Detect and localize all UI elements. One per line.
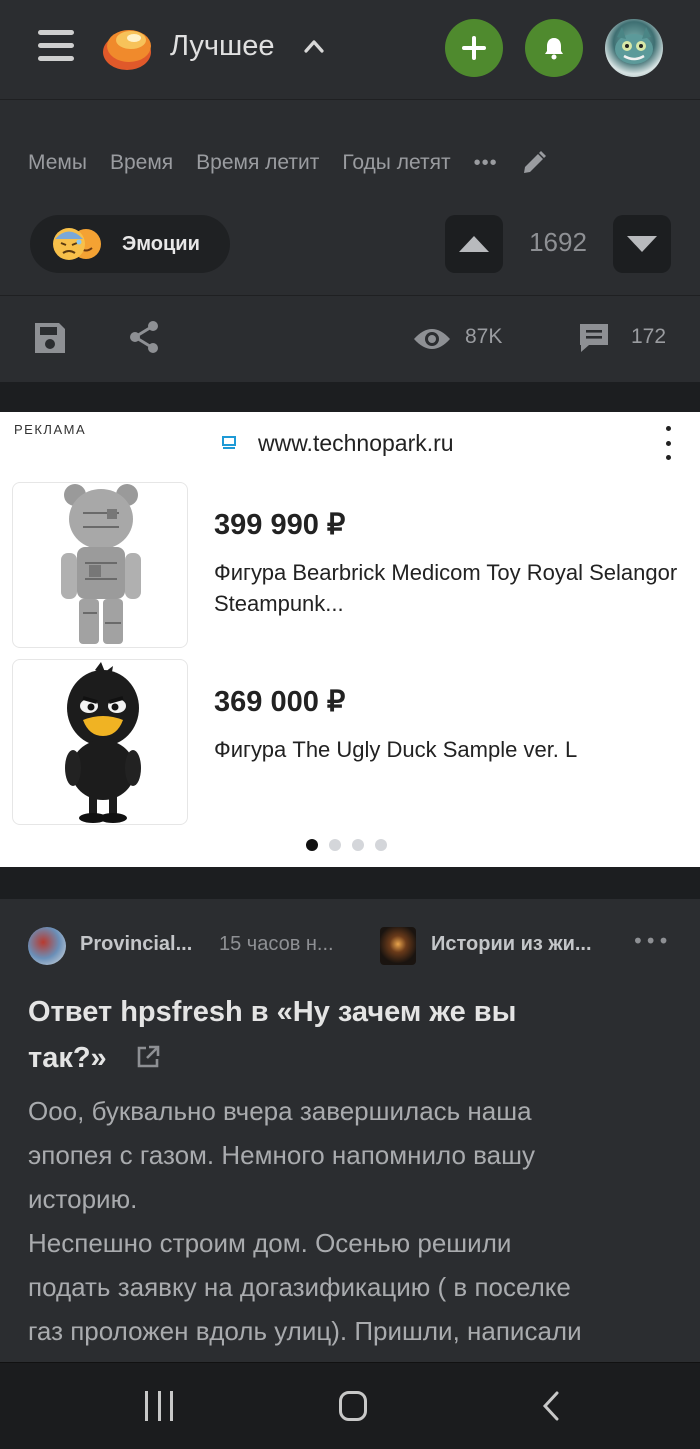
pager-dot[interactable]	[306, 839, 318, 851]
product-name[interactable]: Фигура The Ugly Duck Sample ver. L	[214, 734, 684, 765]
post-body: Ооо, буквально вчера завершилась наша эп…	[28, 1089, 678, 1353]
page-title[interactable]: Лучшее	[170, 30, 275, 63]
product-name[interactable]: Фигура Bearbrick Medicom Toy Royal Selan…	[214, 557, 684, 619]
separator	[0, 382, 700, 412]
ad-domain[interactable]: www.technopark.ru	[258, 430, 454, 457]
post-more-button[interactable]: •••	[632, 929, 670, 953]
carousel-pager[interactable]	[306, 839, 387, 851]
community-name[interactable]: Истории из жи...	[431, 933, 592, 956]
save-icon[interactable]	[33, 321, 67, 355]
upvote-button[interactable]	[445, 215, 503, 273]
eye-icon	[414, 329, 450, 349]
pager-dot[interactable]	[329, 839, 341, 851]
post-meta: Provincial... 15 часов н... Истории из ж…	[28, 927, 678, 967]
share-icon[interactable]	[128, 320, 160, 354]
tag-item[interactable]: Время	[110, 151, 173, 175]
post-title[interactable]: Ответ hpsfresh в «Ну зачем же вы так?»	[28, 989, 588, 1081]
pager-dot[interactable]	[375, 839, 387, 851]
post-actions: 87K 172	[0, 296, 700, 382]
system-nav-bar	[0, 1362, 700, 1449]
tag-item[interactable]: Годы летят	[342, 151, 450, 175]
post-body-line: историю.	[28, 1184, 138, 1214]
post-time: 15 часов н...	[219, 933, 334, 955]
plus-icon	[462, 36, 486, 60]
app-bar: Лучшее	[0, 0, 700, 100]
post-body-line: Неспешно строим дом. Осенью решили	[28, 1228, 512, 1258]
product-price: 369 000 ₽	[214, 686, 346, 718]
product-price: 399 990 ₽	[214, 509, 346, 541]
ad-block[interactable]: РЕКЛАМА www.technopark.ru 399 990 ₽ Фигу…	[0, 412, 700, 867]
product-image-ugly-duck[interactable]	[12, 659, 188, 825]
home-icon[interactable]	[339, 1391, 367, 1421]
tag-item[interactable]: Мемы	[28, 151, 87, 175]
tag-item[interactable]: Время летит	[196, 151, 319, 175]
post-card: Provincial... 15 часов н... Истории из ж…	[0, 899, 700, 1362]
chevron-up-icon[interactable]	[303, 38, 325, 54]
emotions-icon	[52, 226, 104, 262]
add-post-button[interactable]	[445, 19, 503, 77]
more-tags-button[interactable]: •••	[474, 152, 498, 175]
downvote-button[interactable]	[613, 215, 671, 273]
recent-apps-icon[interactable]	[145, 1391, 173, 1421]
ad-product[interactable]: 399 990 ₽ Фигура Bearbrick Medicom Toy R…	[12, 482, 677, 648]
views-count: 87K	[465, 325, 503, 348]
post-header: Мемы Время Время летит Годы летят ••• Эм…	[0, 120, 700, 382]
pencil-icon[interactable]	[521, 150, 547, 176]
notifications-button[interactable]	[525, 19, 583, 77]
hamburger-menu-icon[interactable]	[38, 30, 74, 62]
tag-list: Мемы Время Время летит Годы летят •••	[28, 150, 547, 176]
comments-count: 172	[631, 325, 667, 348]
external-link-icon[interactable]	[135, 1044, 161, 1070]
post-body-line: подать заявку на догазификацию ( в посел…	[28, 1272, 571, 1302]
user-avatar[interactable]	[605, 19, 663, 77]
site-favicon-icon	[222, 436, 236, 449]
post-body-line: газ проложен вдоль улиц). Пришли, написа…	[28, 1316, 582, 1346]
product-image-bearbrick[interactable]	[12, 482, 188, 648]
post-body-line: Ооо, буквально вчера завершилась наша	[28, 1096, 532, 1126]
bell-icon	[545, 38, 563, 60]
author-avatar[interactable]	[28, 927, 66, 965]
back-icon[interactable]	[540, 1390, 562, 1422]
ad-product[interactable]: 369 000 ₽ Фигура The Ugly Duck Sample ve…	[12, 659, 662, 825]
post-title-text: Ответ hpsfresh в «Ну зачем же вы так?»	[28, 996, 517, 1074]
ad-menu-button[interactable]	[660, 426, 676, 460]
community-avatar[interactable]	[380, 927, 416, 965]
triangle-down-icon	[627, 236, 657, 252]
separator	[0, 867, 700, 899]
author-name[interactable]: Provincial...	[80, 933, 192, 956]
rating-value: 1692	[529, 227, 587, 257]
post-body-line: эпопея с газом. Немного напомнило вашу	[28, 1140, 535, 1170]
ad-label: РЕКЛАМА	[14, 422, 87, 437]
comment-icon[interactable]	[577, 322, 611, 354]
community-chip[interactable]: Эмоции	[30, 215, 230, 273]
pager-dot[interactable]	[352, 839, 364, 851]
community-label: Эмоции	[122, 232, 200, 255]
triangle-up-icon	[459, 236, 489, 252]
app-logo[interactable]	[100, 22, 154, 72]
